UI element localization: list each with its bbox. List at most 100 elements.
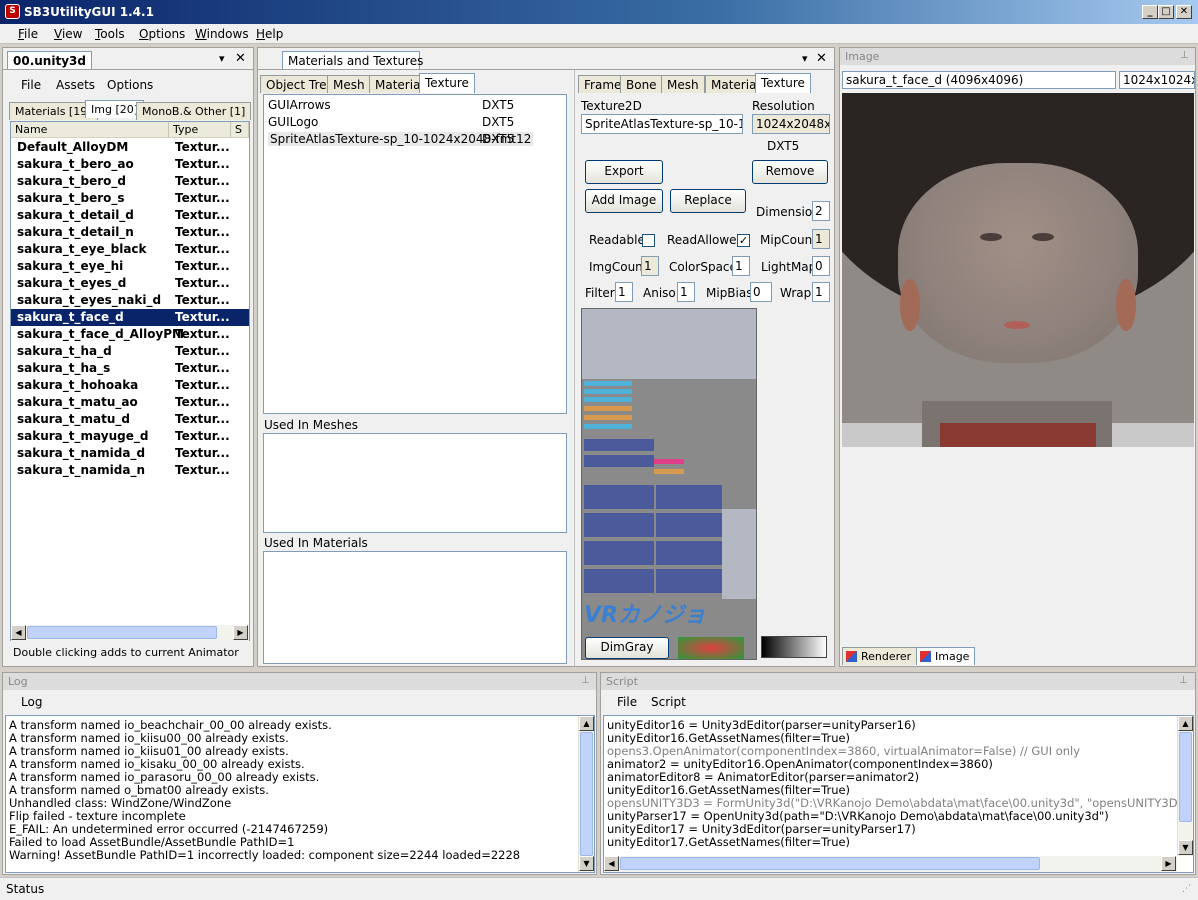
asset-row[interactable]: sakura_t_hohoaka Textur... (11, 377, 249, 394)
tab-mesh[interactable]: Mesh (327, 75, 371, 93)
tab-bone[interactable]: Bone (620, 75, 663, 93)
maximize-button[interactable]: □ (1158, 5, 1174, 19)
asset-row[interactable]: sakura_t_face_d_AlloyPM Textur... (11, 326, 249, 343)
pin-icon[interactable]: ⊥ (1179, 675, 1188, 686)
close-icon[interactable]: ✕ (816, 51, 827, 66)
close-button[interactable]: ✕ (1176, 5, 1192, 19)
resize-grip-icon[interactable]: ⋰ (1182, 884, 1191, 894)
asset-row[interactable]: sakura_t_eye_black Textur... (11, 241, 249, 258)
texture2d-name-field[interactable]: SpriteAtlasTexture-sp_10-1024x2048 (581, 114, 743, 134)
tab-mesh[interactable]: Mesh (661, 75, 705, 93)
texture-row[interactable]: SpriteAtlasTexture-sp_10-1024x2048-fmt12… (264, 131, 564, 148)
script-vscrollbar[interactable]: ▲ ▼ (1177, 716, 1193, 856)
asset-row[interactable]: sakura_t_matu_d Textur... (11, 411, 249, 428)
dimension-field[interactable]: 2 (812, 201, 830, 221)
log-textbox[interactable]: A transform named io_beachchair_00_00 al… (5, 715, 595, 873)
used-in-meshes-list[interactable] (263, 433, 567, 533)
tab-texture[interactable]: Texture (419, 73, 475, 93)
column-type[interactable]: Type (169, 122, 231, 138)
scroll-down-icon[interactable]: ▼ (1178, 840, 1193, 855)
wrap-field[interactable]: 1 (812, 282, 830, 302)
submenu-assets[interactable]: Assets (56, 78, 95, 92)
asset-row[interactable]: sakura_t_bero_ao Textur... (11, 156, 249, 173)
scroll-up-icon[interactable]: ▲ (579, 716, 594, 731)
log-menu[interactable]: Log (21, 695, 42, 709)
script-line: unityEditor16.GetAssetNames(filter=True) (607, 731, 851, 745)
menu-view[interactable]: View (54, 27, 82, 41)
filter-field[interactable]: 1 (615, 282, 633, 302)
menu-tools[interactable]: Tools (95, 27, 125, 41)
texture-list: GUIArrows DXT5 GUILogo DXT5 SpriteAtlasTextu… (263, 94, 567, 414)
export-button[interactable]: Export (585, 160, 663, 184)
script-textbox[interactable]: unityEditor16 = Unity3dEditor(parser=uni… (603, 715, 1194, 873)
readable-checkbox[interactable] (642, 234, 655, 247)
tab-image[interactable]: Image (916, 647, 976, 665)
asset-row[interactable]: sakura_t_namida_d Textur... (11, 445, 249, 462)
scroll-thumb[interactable] (27, 626, 217, 639)
menu-help[interactable]: Help (256, 27, 283, 41)
pin-icon[interactable]: ⊥ (581, 675, 590, 686)
asset-row[interactable]: sakura_t_eye_hi Textur... (11, 258, 249, 275)
dropdown-arrow-icon[interactable]: ▾ (219, 52, 225, 65)
column-size[interactable]: S (231, 122, 249, 138)
asset-row[interactable]: sakura_t_detail_d Textur... (11, 207, 249, 224)
pin-icon[interactable]: ⊥ (1180, 50, 1189, 61)
readallowed-checkbox[interactable]: ✓ (737, 234, 750, 247)
menu-windows[interactable]: Windows (195, 27, 249, 41)
asset-row[interactable]: sakura_t_matu_ao Textur... (11, 394, 249, 411)
scroll-thumb[interactable] (620, 857, 1040, 870)
eye-left (980, 233, 1002, 241)
asset-row[interactable]: sakura_t_bero_d Textur... (11, 173, 249, 190)
minimize-button[interactable]: _ (1142, 5, 1158, 19)
horizontal-scrollbar[interactable]: ◀ ▶ (11, 625, 249, 641)
submenu-file[interactable]: File (21, 78, 41, 92)
app-icon[interactable]: S (5, 4, 20, 19)
asset-row[interactable]: sakura_t_detail_n Textur... (11, 224, 249, 241)
asset-row[interactable]: sakura_t_eyes_d Textur... (11, 275, 249, 292)
scroll-thumb[interactable] (580, 732, 593, 856)
texture-row[interactable]: GUILogo DXT5 (264, 114, 564, 131)
column-name[interactable]: Name (11, 122, 169, 138)
gradient-swatch[interactable] (761, 636, 827, 658)
scroll-right-icon[interactable]: ▶ (1161, 856, 1176, 871)
asset-row[interactable]: sakura_t_mayuge_d Textur... (11, 428, 249, 445)
tab-monob-other[interactable]: MonoB.& Other [1] (136, 102, 252, 120)
mipbias-field[interactable]: 0 (750, 282, 772, 302)
close-icon[interactable]: ✕ (235, 51, 246, 66)
add-image-button[interactable]: Add Image (585, 189, 663, 213)
atlas-panel (584, 439, 654, 451)
asset-row[interactable]: sakura_t_eyes_naki_d Textur... (11, 292, 249, 309)
menu-options[interactable]: Options (139, 27, 185, 41)
script-menu-script[interactable]: Script (651, 695, 686, 709)
used-in-materials-list[interactable] (263, 551, 567, 664)
script-menu-file[interactable]: File (617, 695, 637, 709)
tab-texture[interactable]: Texture (755, 73, 811, 93)
texture-row[interactable]: GUIArrows DXT5 (264, 97, 564, 114)
replace-button[interactable]: Replace (670, 189, 746, 213)
script-hscrollbar[interactable]: ◀ ▶ (604, 856, 1177, 872)
scroll-left-icon[interactable]: ◀ (11, 625, 26, 640)
scroll-right-icon[interactable]: ▶ (233, 625, 248, 640)
aniso-field[interactable]: 1 (677, 282, 695, 302)
asset-row[interactable]: sakura_t_face_d Textur... (11, 309, 249, 326)
remove-button[interactable]: Remove (752, 160, 828, 184)
asset-row[interactable]: Default_AlloyDM Textur... (11, 139, 249, 156)
asset-row[interactable]: sakura_t_ha_d Textur... (11, 343, 249, 360)
log-scrollbar[interactable]: ▲ ▼ (578, 716, 594, 872)
scroll-left-icon[interactable]: ◀ (604, 856, 619, 871)
submenu-options[interactable]: Options (107, 78, 153, 92)
tab-unity3d-file[interactable]: 00.unity3d (7, 51, 92, 69)
menu-file[interactable]: File (18, 27, 38, 41)
lightmap-field[interactable]: 0 (812, 256, 830, 276)
tab-materials-and-textures[interactable]: Materials and Textures (282, 51, 423, 69)
dropdown-arrow-icon[interactable]: ▾ (802, 52, 808, 65)
tab-renderer[interactable]: Renderer (842, 647, 918, 665)
asset-row[interactable]: sakura_t_ha_s Textur... (11, 360, 249, 377)
color-button[interactable]: DimGray (585, 637, 669, 659)
scroll-up-icon[interactable]: ▲ (1178, 716, 1193, 731)
asset-row[interactable]: sakura_t_namida_n Textur... (11, 462, 249, 479)
scroll-thumb[interactable] (1179, 732, 1192, 822)
colorspace-field[interactable]: 1 (732, 256, 750, 276)
asset-row[interactable]: sakura_t_bero_s Textur... (11, 190, 249, 207)
scroll-down-icon[interactable]: ▼ (579, 856, 594, 871)
